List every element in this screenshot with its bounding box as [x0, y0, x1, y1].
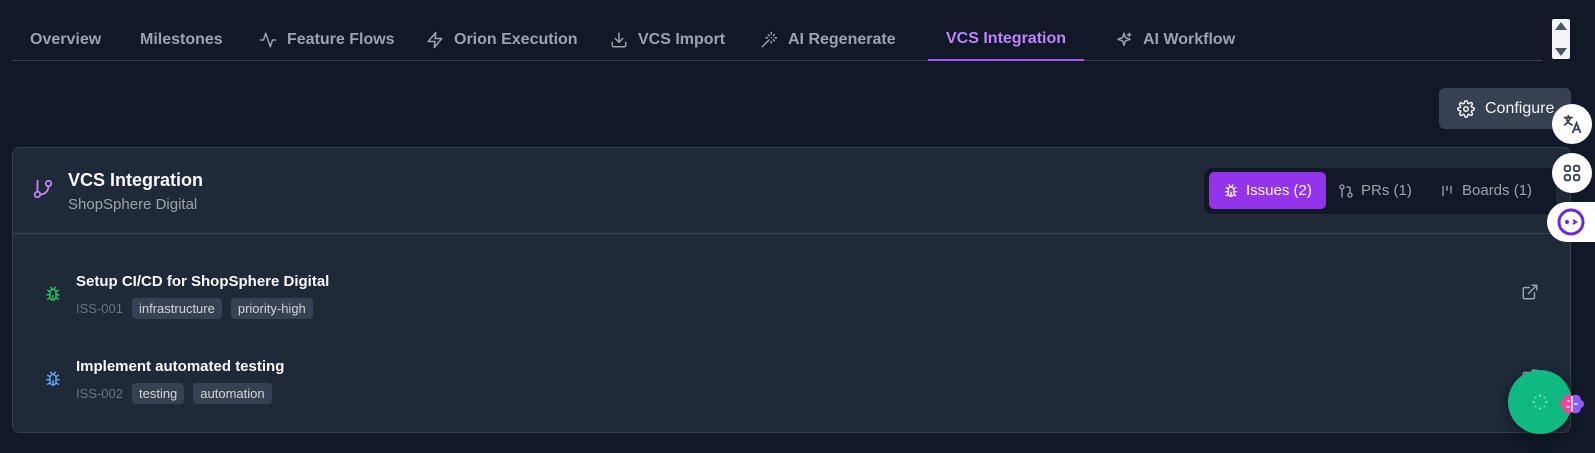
assistant-widget[interactable]: [1547, 202, 1595, 242]
zap-icon: [427, 31, 443, 48]
tab-ai-workflow[interactable]: AI Workflow: [1097, 18, 1253, 61]
bug-icon: [1225, 183, 1237, 197]
issue-id: ISS-002: [76, 386, 123, 401]
git-branch-icon: [33, 179, 53, 199]
scroll-down-icon[interactable]: [1555, 48, 1567, 56]
configure-label: Configure: [1485, 99, 1555, 117]
prs-tab-button[interactable]: PRs (1): [1324, 172, 1426, 209]
issue-title[interactable]: Setup CI/CD for ShopSphere Digital: [76, 273, 329, 290]
apps-widget[interactable]: [1552, 153, 1592, 193]
tab-scroll-control[interactable]: [1552, 19, 1570, 59]
segment-label: Boards (1): [1462, 182, 1533, 199]
tab-label: Orion Execution: [454, 30, 578, 48]
scroll-up-icon[interactable]: [1555, 22, 1567, 30]
issue-label-tag: automation: [193, 383, 272, 404]
tab-label: AI Workflow: [1143, 30, 1236, 48]
issue-meta: ISS-002 testing automation: [76, 383, 272, 404]
issue-title[interactable]: Implement automated testing: [76, 358, 284, 375]
segment-label: PRs (1): [1361, 182, 1412, 199]
tab-overview[interactable]: Overview: [12, 18, 119, 61]
assistant-face-icon: [1557, 208, 1585, 236]
tab-label: Milestones: [140, 30, 223, 48]
bug-icon: [46, 286, 60, 301]
magic-wand-icon: [761, 31, 778, 47]
panel-header: VCS Integration ShopSphere Digital Issue…: [13, 148, 1570, 234]
issues-tab-button[interactable]: Issues (2): [1209, 172, 1326, 209]
grid-icon: [1563, 164, 1581, 182]
issue-row[interactable]: Implement automated testing ISS-002 test…: [13, 340, 1570, 410]
issue-id: ISS-001: [76, 301, 123, 316]
tab-ai-regenerate[interactable]: AI Regenerate: [742, 18, 914, 61]
tab-label: VCS Integration: [946, 29, 1067, 47]
activity-icon: [259, 32, 277, 47]
issue-label-tag: testing: [131, 383, 185, 404]
tab-milestones[interactable]: Milestones: [122, 18, 241, 61]
panel-subtitle: ShopSphere Digital: [68, 196, 198, 213]
tab-vcs-import[interactable]: VCS Import: [592, 18, 743, 61]
gear-icon: [1457, 99, 1475, 118]
tab-label: AI Regenerate: [788, 30, 896, 48]
project-tabs: Overview Milestones Feature Flows Orion …: [12, 18, 1542, 61]
git-pull-request-icon: [1339, 183, 1353, 198]
segment-label: Issues (2): [1246, 182, 1312, 199]
external-link-icon[interactable]: [1521, 283, 1539, 301]
tab-label: VCS Import: [638, 30, 726, 48]
panel-title: VCS Integration: [68, 170, 204, 190]
translate-icon: [1563, 114, 1582, 134]
brain-icon[interactable]: [1557, 393, 1587, 419]
issue-label-tag: infrastructure: [131, 298, 222, 319]
tab-orion-execution[interactable]: Orion Execution: [408, 18, 596, 61]
download-icon: [611, 32, 627, 47]
bug-icon: [46, 371, 60, 386]
app-root: Overview Milestones Feature Flows Orion …: [0, 0, 1595, 453]
translate-widget[interactable]: [1552, 104, 1592, 144]
tab-feature-flows[interactable]: Feature Flows: [241, 18, 413, 61]
view-switcher: Issues (2) PRs (1) Boards (1): [1204, 168, 1556, 214]
tab-label: Overview: [30, 30, 102, 48]
vcs-integration-panel: VCS Integration ShopSphere Digital Issue…: [12, 147, 1571, 433]
issue-meta: ISS-001 infrastructure priority-high: [76, 298, 313, 319]
issue-label-tag: priority-high: [230, 298, 313, 319]
tab-vcs-integration[interactable]: VCS Integration: [928, 18, 1085, 61]
boards-tab-button[interactable]: Boards (1): [1425, 172, 1546, 209]
tab-label: Feature Flows: [287, 30, 395, 48]
sparkles-icon: [1117, 32, 1132, 46]
sparkle-dots-icon: [1532, 394, 1548, 410]
kanban-icon: [1442, 185, 1452, 196]
issue-row[interactable]: Setup CI/CD for ShopSphere Digital ISS-0…: [13, 255, 1570, 325]
